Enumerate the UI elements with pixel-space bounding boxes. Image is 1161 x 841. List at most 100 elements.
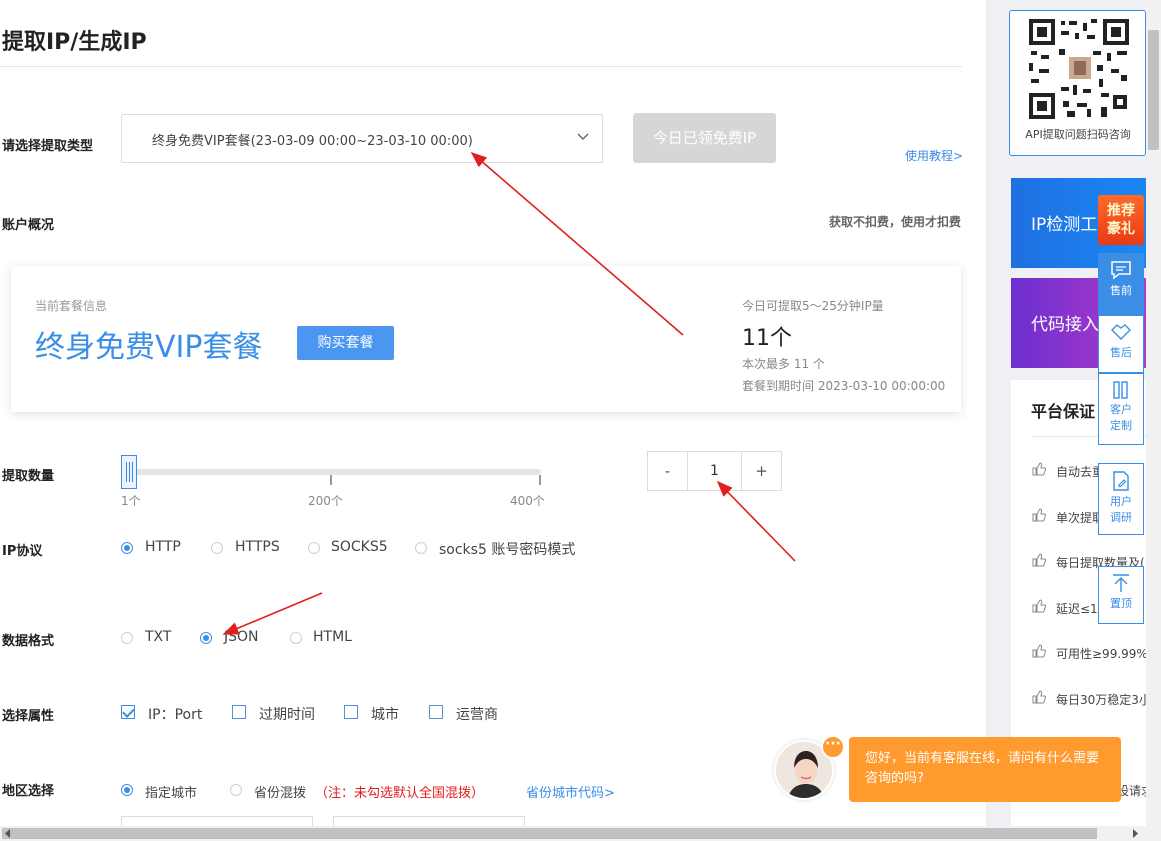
region-radio-province[interactable]: [230, 784, 242, 796]
protocol-option-label: HTTP: [145, 539, 181, 555]
format-radio-txt[interactable]: [121, 632, 133, 644]
claim-free-ip-button[interactable]: 今日已领免费IP: [633, 113, 776, 163]
guarantee-item: 每日30万稳定3小: [1056, 693, 1151, 707]
vertical-scrollbar-thumb[interactable]: [1148, 30, 1159, 150]
attr-checkbox-city[interactable]: [344, 705, 358, 719]
region-radio-city[interactable]: [121, 784, 133, 796]
side-button-label: 售前: [1110, 284, 1132, 297]
region-note: （注：未勾选默认全国混拨）: [315, 786, 485, 801]
quantity-stepper: - 1 +: [647, 451, 782, 491]
attr-checkbox-expire[interactable]: [232, 705, 246, 719]
slider-tick: [330, 475, 332, 485]
scroll-right-icon[interactable]: [1131, 829, 1139, 838]
guarantee-title: 平台保证: [1031, 402, 1096, 421]
extract-type-label: 请选择提取类型: [2, 139, 94, 154]
region-label: 地区选择: [2, 784, 55, 799]
guarantee-item: 自动去重: [1056, 465, 1105, 479]
quota-value: 11个: [742, 326, 792, 351]
max-this-time: 本次最多 11 个: [742, 357, 825, 371]
format-option-label: HTML: [313, 629, 352, 645]
plan-expire: 套餐到期时间 2023-03-10 00:00:00: [742, 379, 946, 393]
banner-label: 代码接入: [1031, 315, 1099, 335]
thumbs-up-icon: [1032, 508, 1046, 522]
quantity-slider-handle[interactable]: [121, 455, 137, 489]
document-edit-icon: [1113, 471, 1129, 491]
format-option-label: JSON: [224, 629, 259, 645]
promo-line: 推荐: [1107, 203, 1135, 219]
protocol-radio-socks5-auth[interactable]: [415, 542, 427, 554]
attr-option-label: 运营商: [456, 707, 498, 723]
attr-option-label: IP：Port: [148, 707, 203, 723]
promo-badge[interactable]: 推荐 豪礼: [1098, 195, 1144, 245]
slider-tick-label: 1个: [121, 494, 141, 508]
quota-label: 今日可提取5～25分钟IP量: [742, 299, 884, 313]
handshake-icon: [1111, 324, 1131, 340]
aftersale-button[interactable]: 售后: [1098, 315, 1144, 373]
plan-card: 当前套餐信息 终身免费VIP套餐 购买套餐 今日可提取5～25分钟IP量 11个…: [11, 266, 961, 412]
city-code-link[interactable]: 省份城市代码>: [526, 782, 615, 801]
region-option-label: 省份混拨: [254, 786, 307, 801]
attributes-label: 选择属性: [2, 709, 55, 724]
slider-tick-label: 400个: [510, 494, 545, 508]
thumbs-up-icon: [1032, 553, 1046, 567]
quantity-label: 提取数量: [2, 469, 55, 484]
attr-option-label: 城市: [371, 707, 399, 723]
chat-more-icon[interactable]: ···: [821, 735, 845, 759]
title-divider: [0, 66, 962, 67]
side-button-label: 客户 定制: [1110, 403, 1132, 432]
thumbs-up-icon: [1032, 690, 1046, 704]
extract-type-value: 终身免费VIP套餐(23-03-09 00:00~23-03-10 00:00): [152, 134, 473, 149]
qr-caption: API提取问题扫码咨询: [1025, 128, 1131, 141]
guarantee-item: 单次提取: [1056, 511, 1105, 525]
custom-button[interactable]: 客户 定制: [1098, 373, 1144, 445]
side-button-label: 用户 调研: [1110, 495, 1132, 524]
protocol-option-label: SOCKS5: [331, 539, 388, 555]
back-to-top-button[interactable]: 置顶: [1098, 566, 1144, 624]
attr-checkbox-ip-port[interactable]: [121, 705, 135, 719]
protocol-label: IP协议: [2, 544, 43, 559]
format-option-label: TXT: [145, 629, 172, 645]
horizontal-scrollbar-thumb[interactable]: [2, 828, 1097, 839]
protocol-option-label: socks5 账号密码模式: [439, 542, 576, 558]
extract-type-select[interactable]: 终身免费VIP套餐(23-03-09 00:00~23-03-10 00:00): [121, 114, 603, 163]
protocol-radio-http[interactable]: [121, 542, 133, 554]
arrow-up-icon: [1113, 574, 1129, 592]
guarantee-item: 可用性≥99.99%: [1056, 647, 1148, 661]
chat-icon: [1111, 261, 1131, 280]
scroll-left-icon[interactable]: [4, 829, 12, 838]
chevron-down-icon: [577, 133, 589, 140]
plan-label: 当前套餐信息: [35, 299, 108, 313]
attr-checkbox-isp[interactable]: [429, 705, 443, 719]
format-radio-json[interactable]: [200, 632, 212, 644]
format-label: 数据格式: [2, 634, 55, 649]
protocol-radio-socks5[interactable]: [308, 542, 320, 554]
promo-line: 豪礼: [1107, 221, 1135, 237]
account-label: 账户概况: [2, 218, 55, 233]
attr-option-label: 过期时间: [259, 707, 315, 723]
thumbs-up-icon: [1032, 644, 1046, 658]
page-title: 提取IP/生成IP: [2, 30, 147, 55]
region-option-label: 指定城市: [145, 786, 198, 801]
customize-icon: [1113, 381, 1128, 399]
buy-plan-button[interactable]: 购买套餐: [297, 326, 394, 360]
tutorial-link[interactable]: 使用教程>: [905, 147, 963, 164]
banner-label: IP检测工: [1031, 215, 1098, 235]
thumbs-up-icon: [1032, 462, 1046, 476]
quantity-input[interactable]: 1: [688, 452, 741, 490]
chat-message[interactable]: 您好，当前有客服在线，请问有什么需要咨询的吗?: [849, 737, 1121, 802]
billing-note: 获取不扣费，使用才扣费: [829, 215, 962, 229]
thumbs-up-icon: [1032, 599, 1046, 613]
slider-tick: [539, 475, 541, 485]
qr-code-icon: [1027, 17, 1131, 121]
presale-button[interactable]: 售前: [1098, 253, 1144, 315]
decrement-button[interactable]: -: [648, 452, 688, 490]
side-button-label: 置顶: [1110, 597, 1132, 610]
protocol-option-label: HTTPS: [235, 539, 280, 555]
slider-tick-label: 200个: [308, 494, 343, 508]
survey-button[interactable]: 用户 调研: [1098, 463, 1144, 535]
plan-name: 终身免费VIP套餐: [35, 330, 263, 365]
format-radio-html[interactable]: [290, 632, 302, 644]
protocol-radio-https[interactable]: [211, 542, 223, 554]
increment-button[interactable]: +: [741, 452, 781, 490]
side-button-label: 售后: [1110, 346, 1132, 359]
